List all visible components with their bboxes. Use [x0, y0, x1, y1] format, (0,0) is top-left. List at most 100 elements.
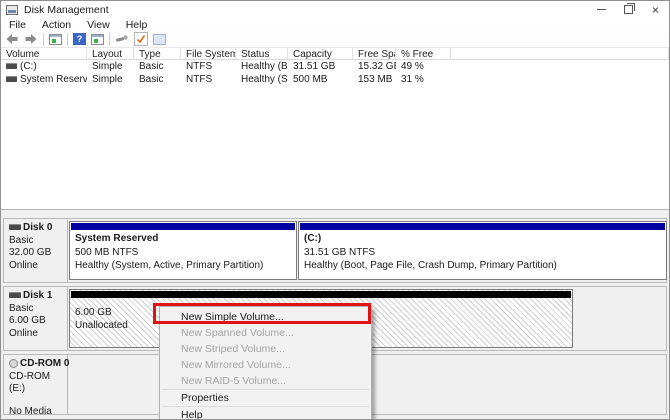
menu-file[interactable]: File	[9, 19, 26, 31]
cell-status: Healthy (S...	[236, 73, 288, 86]
partition-size: 31.51 GB NTFS	[304, 246, 666, 260]
col-percent-free[interactable]: % Free	[396, 47, 451, 60]
toolbar-separator	[43, 33, 44, 46]
table-row-c[interactable]: (C:) Simple Basic NTFS Healthy (B... 31.…	[1, 60, 669, 73]
cell-layout: Simple	[87, 73, 134, 86]
cell-capacity: 31.51 GB	[288, 60, 353, 73]
cdrom-media-status: No Media	[9, 406, 67, 419]
disk-icon	[9, 292, 21, 298]
restore-button[interactable]	[615, 1, 642, 18]
unallocated-size: 6.00 GB	[75, 306, 128, 319]
cell-type: Basic	[134, 73, 181, 86]
disk0-type: Basic	[9, 235, 67, 248]
partition-c[interactable]: (C:) 31.51 GB NTFS Healthy (Boot, Page F…	[298, 221, 667, 280]
toolbar-separator	[109, 33, 110, 46]
disk-icon	[9, 224, 21, 230]
menu-item-new-raid5-volume: New RAID-5 Volume...	[160, 373, 371, 389]
unallocated-label: Unallocated	[75, 319, 128, 332]
cell-percent-free: 49 %	[396, 60, 451, 73]
volume-list: Volume Layout Type File System Status Ca…	[1, 47, 669, 209]
properties-panel-icon[interactable]	[153, 34, 166, 45]
disk1-status: Online	[9, 328, 67, 341]
col-capacity[interactable]: Capacity	[288, 47, 353, 60]
partition-name: (C:)	[304, 232, 666, 246]
col-file-system[interactable]: File System	[181, 47, 236, 60]
cell-free-space: 153 MB	[353, 73, 396, 86]
cdrom-icon	[9, 359, 18, 368]
disk1-size: 6.00 GB	[9, 315, 67, 328]
disk1-label-panel[interactable]: Disk 1 Basic 6.00 GB Online	[4, 287, 68, 350]
cell-filler	[451, 73, 669, 86]
disk-management-window: Disk Management × File Action View Help …	[0, 0, 670, 420]
col-status[interactable]: Status	[236, 47, 288, 60]
partition-name: System Reserved	[75, 232, 296, 246]
partition-system-reserved[interactable]: System Reserved 500 MB NTFS Healthy (Sys…	[69, 221, 297, 280]
minimize-button[interactable]	[588, 1, 615, 18]
annotation-highlight	[153, 303, 371, 324]
cell-free-space: 15.32 GB	[353, 60, 396, 73]
cell-filler	[451, 60, 669, 73]
cell-capacity: 500 MB	[288, 73, 353, 86]
menu-item-help[interactable]: Help	[160, 407, 371, 420]
disk1-type: Basic	[9, 303, 67, 316]
cell-file-system: NTFS	[181, 60, 236, 73]
menu-help[interactable]: Help	[126, 19, 148, 31]
disk0-graphic-area: System Reserved 500 MB NTFS Healthy (Sys…	[68, 219, 666, 282]
window-controls: ×	[588, 1, 669, 18]
window-title: Disk Management	[24, 4, 109, 16]
disk0-row: Disk 0 Basic 32.00 GB Online System Rese…	[3, 218, 667, 283]
console-window-icon[interactable]	[91, 34, 104, 45]
drive-icon	[6, 63, 17, 69]
menu-item-new-spanned-volume: New Spanned Volume...	[160, 325, 371, 341]
drive-icon	[6, 76, 17, 82]
disk1-name: Disk 1	[9, 290, 67, 303]
partition-status: Healthy (System, Active, Primary Partiti…	[75, 259, 296, 273]
partition-status: Healthy (Boot, Page File, Crash Dump, Pr…	[304, 259, 666, 273]
app-icon	[6, 5, 18, 15]
partition-color-bar	[300, 223, 665, 230]
menu-item-properties[interactable]: Properties	[160, 390, 371, 406]
menu-item-new-striped-volume: New Striped Volume...	[160, 341, 371, 357]
title-bar: Disk Management ×	[1, 1, 669, 18]
back-arrow-icon[interactable]	[5, 33, 19, 45]
cell-percent-free: 31 %	[396, 73, 451, 86]
restore-icon	[624, 5, 633, 14]
close-icon: ×	[652, 5, 659, 15]
menu-action[interactable]: Action	[42, 19, 71, 31]
partition-size: 500 MB NTFS	[75, 246, 296, 260]
col-layout[interactable]: Layout	[87, 47, 134, 60]
col-filler	[451, 47, 669, 60]
cdrom-label-panel[interactable]: CD-ROM 0 CD-ROM (E:) No Media	[4, 355, 68, 414]
cell-layout: Simple	[87, 60, 134, 73]
help-icon[interactable]: ?	[73, 33, 86, 45]
action-tool-icon[interactable]	[115, 33, 129, 45]
col-volume[interactable]: Volume	[1, 47, 87, 60]
volume-list-header: Volume Layout Type File System Status Ca…	[1, 47, 669, 60]
disk0-size: 32.00 GB	[9, 247, 67, 260]
forward-arrow-icon[interactable]	[24, 33, 38, 45]
col-free-space[interactable]: Free Spa...	[353, 47, 396, 60]
cell-volume: (C:)	[1, 60, 87, 73]
unallocated-color-bar	[71, 291, 571, 298]
disk0-status: Online	[9, 260, 67, 273]
cdrom-drive: CD-ROM (E:)	[9, 371, 67, 396]
toolbar-separator	[67, 33, 68, 46]
disk0-name: Disk 0	[9, 222, 67, 235]
toolbar: ?	[1, 31, 669, 48]
menu-bar: File Action View Help	[1, 18, 669, 31]
cell-volume: System Reserved	[1, 73, 87, 86]
table-row-system-reserved[interactable]: System Reserved Simple Basic NTFS Health…	[1, 73, 669, 86]
cdrom-name: CD-ROM 0	[9, 358, 67, 371]
cell-file-system: NTFS	[181, 73, 236, 86]
cell-status: Healthy (B...	[236, 60, 288, 73]
checklist-icon[interactable]	[134, 32, 148, 46]
col-type[interactable]: Type	[134, 47, 181, 60]
close-button[interactable]: ×	[642, 1, 669, 18]
console-tree-icon[interactable]	[49, 34, 62, 45]
menu-view[interactable]: View	[87, 19, 110, 31]
cell-type: Basic	[134, 60, 181, 73]
menu-item-new-mirrored-volume: New Mirrored Volume...	[160, 357, 371, 373]
disk0-label-panel[interactable]: Disk 0 Basic 32.00 GB Online	[4, 219, 68, 282]
partition-color-bar	[71, 223, 295, 230]
minimize-icon	[597, 9, 606, 10]
